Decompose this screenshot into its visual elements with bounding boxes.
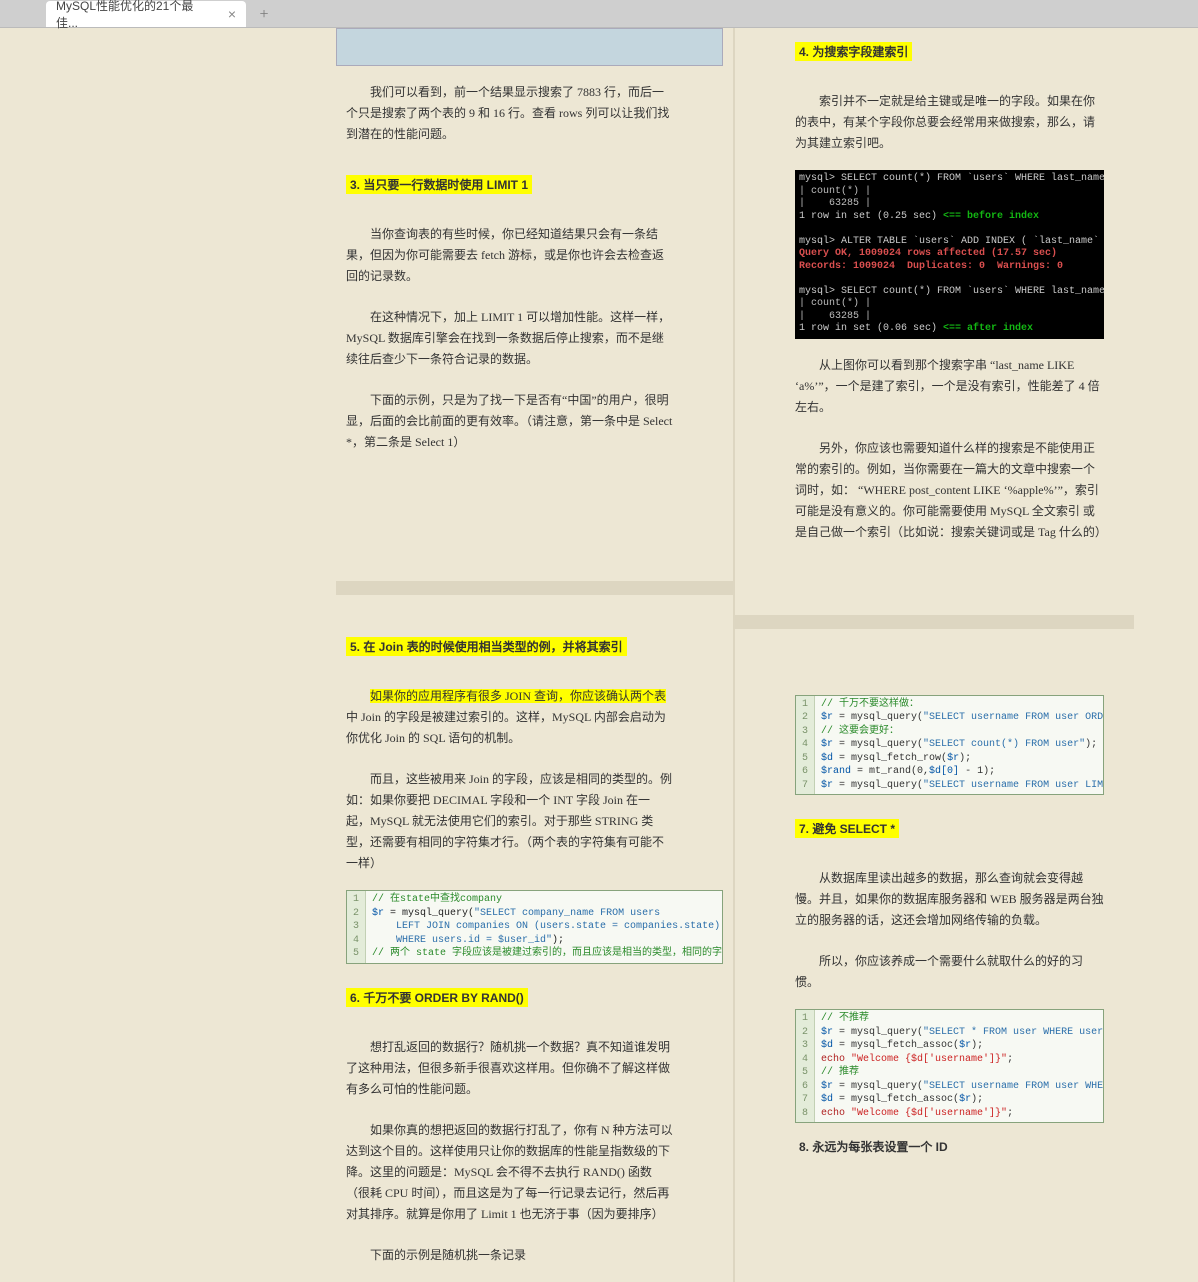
s6-p1: 想打乱返回的数据行？随机挑一个数据？真不知道谁发明了这种用法，但很多新手很喜欢这…: [336, 1033, 733, 1104]
s3-p1: 当你查询表的有些时候，你已经知道结果只会有一条结果，但因为你可能需要去 fetc…: [336, 220, 733, 291]
s7-p2: 所以，你应该养成一个需要什么就取什么的好的习惯。: [735, 947, 1134, 997]
s3-p3: 下面的示例，只是为了找一下是否有“中国”的用户，很明显，后面的会比前面的更有效率…: [336, 386, 733, 457]
section-7-title: 7. 避免 SELECT *: [795, 819, 899, 838]
s7-code: 1 2 3 4 5 6 7 8 // 不推荐 $r = mysql_query(…: [795, 1009, 1104, 1123]
s5-p1-rest: 中 Join 的字段是被建过索引的。这样，MySQL 内部会启动为你优化 Joi…: [346, 710, 666, 745]
s6-p3: 下面的示例是随机挑一条记录: [336, 1241, 733, 1270]
document-page: 我们可以看到，前一个结果显示搜索了 7883 行，而后一个只是搜索了两个表的 9…: [0, 28, 1198, 1282]
line-numbers: 1 2 3 4 5: [347, 891, 366, 963]
new-tab-button[interactable]: +: [252, 3, 276, 27]
section-8-title: 8. 永远为每张表设置一个 ID: [795, 1137, 1134, 1156]
section-4-title: 4. 为搜索字段建索引: [795, 42, 912, 61]
s6-code: 1 2 3 4 5 6 7 // 千万不要这样做： $r = mysql_que…: [795, 695, 1104, 796]
explain-caption: 我们可以看到，前一个结果显示搜索了 7883 行，而后一个只是搜索了两个表的 9…: [336, 78, 733, 149]
s6-p2: 如果你真的想把返回的数据行打乱了，你有 N 种方法可以达到这个目的。这样使用只让…: [336, 1116, 733, 1229]
section-6-title: 6. 千万不要 ORDER BY RAND(): [346, 988, 528, 1007]
browser-tab[interactable]: MySQL性能优化的21个最佳... ×: [46, 1, 246, 27]
s4-p2: 从上图你可以看到那个搜索字串 “last_name LIKE ‘a%’”，一个是…: [735, 351, 1134, 422]
code-body: // 在state中查找company $r = mysql_query("SE…: [366, 891, 722, 963]
s5-p1: 如果你的应用程序有很多 JOIN 查询，你应该确认两个表中 Join 的字段是被…: [336, 682, 733, 753]
s5-p2: 而且，这些被用来 Join 的字段，应该是相同的类型的。例如：如果你要把 DEC…: [336, 765, 733, 878]
s5-code: 1 2 3 4 5 // 在state中查找company $r = mysql…: [346, 890, 723, 964]
close-icon[interactable]: ×: [228, 6, 236, 22]
column-divider: [735, 615, 1134, 629]
section-5-title: 5. 在 Join 表的时候使用相当类型的例，并将其索引: [346, 637, 627, 656]
s4-p1: 索引并不一定就是给主键或是唯一的字段。如果在你的表中，有某个字段你总要会经常用来…: [735, 87, 1134, 158]
column-divider: [336, 581, 733, 595]
left-column: 我们可以看到，前一个结果显示搜索了 7883 行，而后一个只是搜索了两个表的 9…: [336, 28, 735, 1282]
right-column: 4. 为搜索字段建索引 索引并不一定就是给主键或是唯一的字段。如果在你的表中，有…: [735, 28, 1134, 1282]
mysql-terminal: mysql> SELECT count(*) FROM `users` WHER…: [795, 170, 1104, 339]
left-margin: [0, 28, 336, 1282]
s3-p2: 在这种情况下，加上 LIMIT 1 可以增加性能。这样一样，MySQL 数据库引…: [336, 303, 733, 374]
s5-p1-highlight: 如果你的应用程序有很多 JOIN 查询，你应该确认两个表: [370, 689, 666, 703]
tab-title: MySQL性能优化的21个最佳...: [56, 0, 212, 31]
line-numbers: 1 2 3 4 5 6 7 8: [796, 1010, 815, 1122]
line-numbers: 1 2 3 4 5 6 7: [796, 696, 815, 795]
s7-p1: 从数据库里读出越多的数据，那么查询就会变得越慢。并且，如果你的数据库服务器和 W…: [735, 864, 1134, 935]
explain-output-image: [336, 28, 723, 66]
browser-tabbar: MySQL性能优化的21个最佳... × +: [0, 0, 1198, 28]
code-body: // 不推荐 $r = mysql_query("SELECT * FROM u…: [815, 1010, 1103, 1122]
s4-p3: 另外，你应该也需要知道什么样的搜索是不能使用正常的索引的。例如，当你需要在一篇大…: [735, 434, 1134, 547]
section-3-title: 3. 当只要一行数据时使用 LIMIT 1: [346, 175, 532, 194]
code-body: // 千万不要这样做： $r = mysql_query("SELECT use…: [815, 696, 1103, 795]
